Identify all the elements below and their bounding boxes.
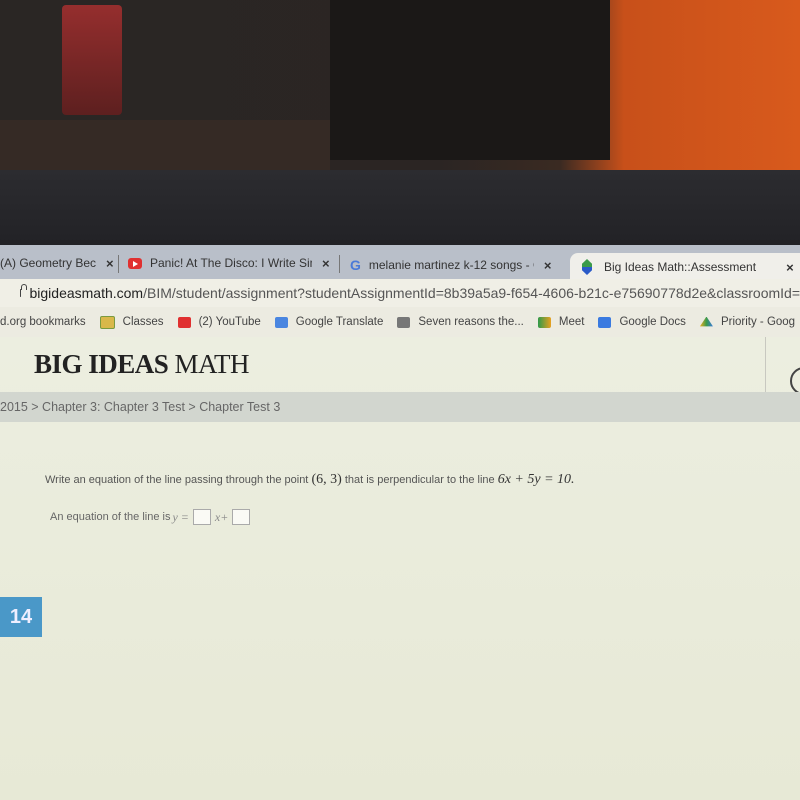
slope-input[interactable]	[192, 509, 211, 525]
intercept-input[interactable]	[232, 509, 251, 525]
url-path: /BIM/student/assignment?studentAssignmen…	[143, 285, 800, 301]
background-photo	[0, 0, 800, 397]
url-text[interactable]: bigideasmath.com/BIM/student/assignment?…	[29, 285, 800, 301]
bookmark-label: (2) YouTube	[198, 316, 261, 328]
question-middle: that is perpendicular to the line	[341, 474, 498, 486]
question-point: (6, 3)	[311, 472, 342, 487]
tab-title: Panic! At The Disco: I Write Sins	[150, 256, 312, 270]
tab-google-search[interactable]: G melanie martinez k-12 songs - G ×	[350, 251, 562, 279]
bookmark-youtube[interactable]: (2) YouTube	[177, 316, 261, 328]
answer-y: y =	[172, 509, 189, 524]
breadcrumb: 2015 > Chapter 3: Chapter 3 Test > Chapt…	[0, 392, 800, 422]
question-number-badge[interactable]: 14	[0, 597, 42, 637]
close-icon[interactable]: ×	[322, 256, 330, 271]
answer-x: x+	[214, 509, 229, 524]
close-icon[interactable]: ×	[786, 260, 794, 275]
tab-title: melanie martinez k-12 songs - G	[368, 258, 534, 272]
tab-title: Big Ideas Math::Assessment	[604, 260, 757, 274]
web-icon	[397, 316, 411, 328]
cup	[62, 5, 122, 115]
answer-row: An equation of the line is y = x+	[50, 509, 252, 525]
dark-object	[330, 0, 610, 160]
laptop-bezel	[0, 170, 800, 397]
docs-icon	[598, 316, 612, 328]
bookmark-label: Classes	[122, 316, 164, 328]
google-icon: G	[350, 257, 361, 273]
big-ideas-icon	[582, 259, 592, 275]
youtube-icon	[128, 257, 142, 269]
tab-big-ideas-math[interactable]: Big Ideas Math::Assessment ×	[570, 253, 800, 281]
tab-title: (A) Geometry Bec	[0, 256, 97, 270]
tab-geometry[interactable]: (A) Geometry Bec ×	[0, 249, 119, 277]
bookmark-seven-reasons[interactable]: Seven reasons the...	[397, 316, 524, 328]
bookmark-priority[interactable]: Priority - Goog	[699, 316, 796, 328]
bookmark-label: d.org bookmarks	[0, 316, 86, 328]
meet-icon	[537, 316, 551, 328]
tab-bar: (A) Geometry Bec × Panic! At The Disco: …	[0, 245, 800, 281]
tab-separator	[339, 255, 340, 273]
bookmark-google-translate[interactable]: Google Translate	[274, 316, 384, 328]
classroom-icon	[99, 315, 115, 329]
bookmark-folder[interactable]: d.org bookmarks	[0, 316, 86, 328]
bookmarks-bar: d.org bookmarks Classes (2) YouTube Goog…	[0, 307, 800, 337]
lock-icon[interactable]	[20, 284, 30, 297]
question-line-equation: 6x + 5y = 10.	[497, 472, 575, 487]
breadcrumb-text[interactable]: 2015 > Chapter 3: Chapter 3 Test > Chapt…	[0, 400, 280, 414]
bookmark-google-docs[interactable]: Google Docs	[598, 316, 686, 328]
bookmark-label: Meet	[558, 316, 585, 328]
bookmark-meet[interactable]: Meet	[537, 316, 585, 328]
tab-separator	[118, 255, 119, 273]
answer-prefix: An equation of the line is	[50, 511, 171, 523]
bookmark-label: Seven reasons the...	[418, 316, 524, 328]
page-content: BIG IDEAS MATH 2015 > Chapter 3: Chapter…	[0, 337, 800, 800]
translate-icon	[274, 316, 288, 328]
close-icon[interactable]: ×	[106, 256, 114, 271]
youtube-icon	[177, 316, 191, 328]
logo-light: MATH	[168, 349, 250, 379]
question-text: Write an equation of the line passing th…	[45, 472, 575, 488]
bookmark-label: Priority - Goog	[720, 316, 796, 328]
bookmark-classes[interactable]: Classes	[99, 315, 164, 329]
account-icon[interactable]	[790, 367, 800, 395]
header-divider	[765, 337, 766, 392]
site-logo[interactable]: BIG IDEAS MATH	[34, 349, 250, 380]
url-host: bigideasmath.com	[29, 285, 144, 301]
address-bar[interactable]: bigideasmath.com/BIM/student/assignment?…	[0, 279, 800, 307]
bookmark-label: Google Translate	[295, 316, 384, 328]
close-icon[interactable]: ×	[544, 258, 552, 273]
bookmark-label: Google Docs	[619, 316, 686, 328]
shelf	[0, 120, 330, 170]
tab-youtube[interactable]: Panic! At The Disco: I Write Sins ×	[128, 249, 340, 277]
browser-window: (A) Geometry Bec × Panic! At The Disco: …	[0, 245, 800, 800]
logo-bold: BIG IDEAS	[34, 349, 169, 379]
question-prefix: Write an equation of the line passing th…	[45, 474, 312, 486]
drive-icon	[699, 316, 713, 327]
